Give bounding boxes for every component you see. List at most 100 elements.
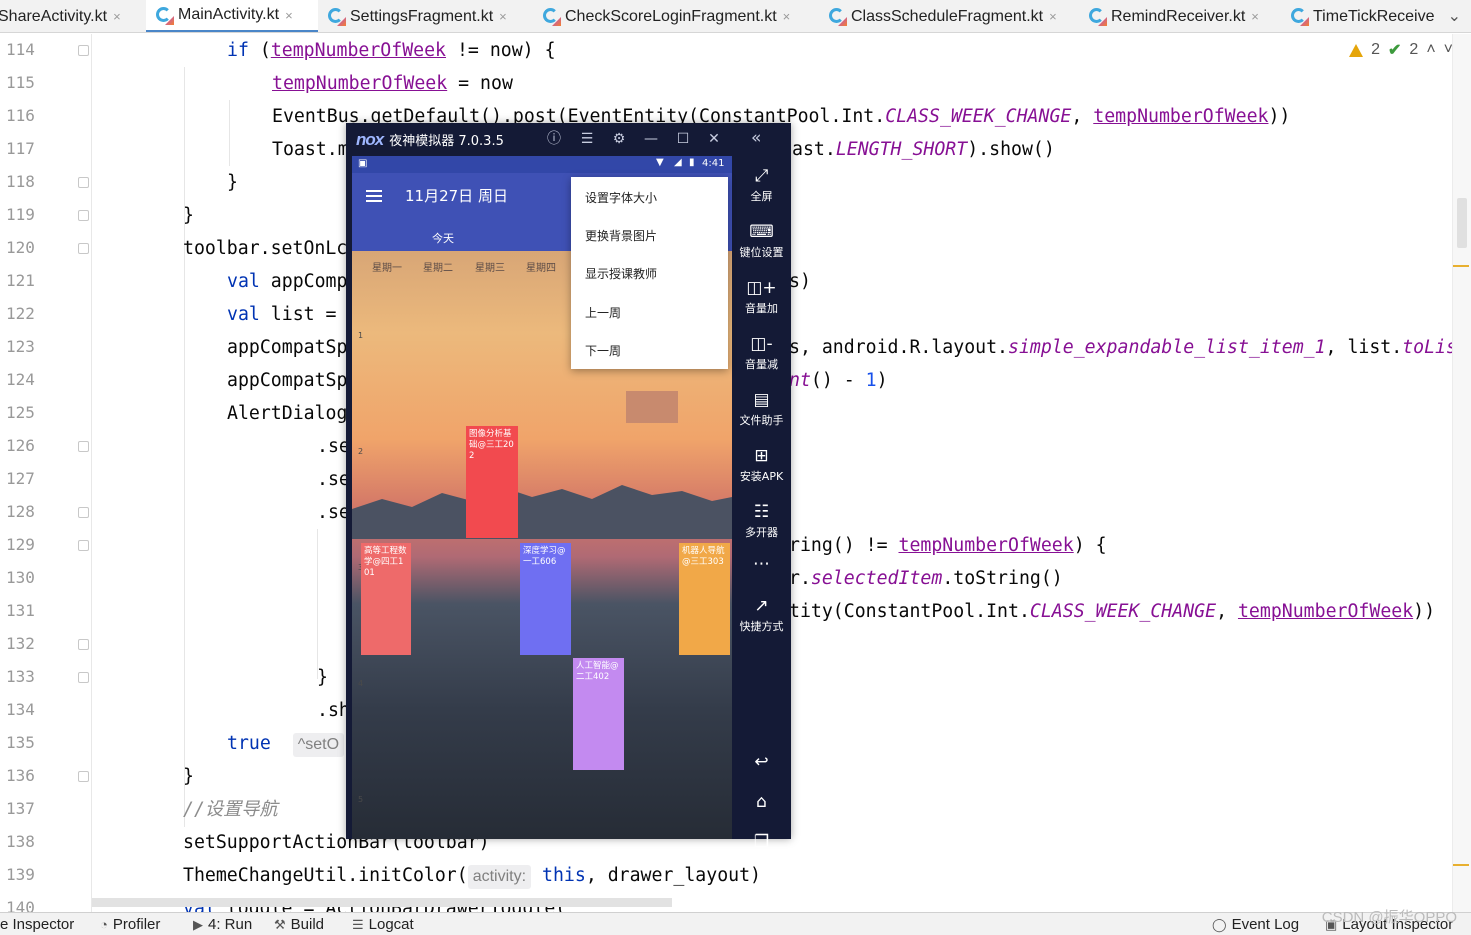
keyboard-icon: ⌨: [749, 222, 774, 242]
status-time: 4:41: [702, 158, 725, 169]
close-icon[interactable]: ×: [499, 9, 507, 24]
menu-item-change-background[interactable]: 更换背景图片: [585, 227, 657, 244]
android-home-button[interactable]: ⌂: [732, 792, 791, 812]
tool-profiler[interactable]: ◔ Profiler: [100, 916, 160, 933]
course-card[interactable]: 高等工程数学@四工101: [361, 543, 411, 655]
course-card[interactable]: [626, 391, 678, 423]
tab-label: CheckScoreLoginFragment.kt: [565, 7, 777, 25]
close-icon[interactable]: ×: [783, 9, 791, 24]
tab-label: RemindReceiver.kt: [1111, 7, 1246, 25]
vertical-scrollbar-thumb[interactable]: [1457, 198, 1467, 248]
weak-warning-count: 2: [1409, 41, 1419, 58]
error-stripe[interactable]: [1452, 34, 1471, 912]
code-line-124: appCompatSp: [227, 370, 348, 391]
tab-share-activity[interactable]: ShareActivity.kt ×: [0, 0, 142, 32]
fold-marker-icon[interactable]: [78, 210, 89, 221]
warning-marker[interactable]: [1453, 265, 1469, 267]
fold-marker-icon[interactable]: [78, 177, 89, 188]
chevron-down-icon[interactable]: ⌄: [1448, 6, 1461, 25]
menu-item-show-teacher[interactable]: 显示授课教师: [585, 265, 657, 282]
logcat-icon: ☰: [352, 916, 364, 932]
code-line-127: .se: [317, 469, 350, 490]
minimize-icon[interactable]: —: [641, 129, 661, 149]
course-card[interactable]: 人工智能@二工402: [573, 658, 624, 770]
close-icon[interactable]: ×: [285, 8, 293, 23]
volume-down-icon: ◫-: [750, 334, 773, 354]
sidebar-volume-down[interactable]: ◫- 音量减: [732, 334, 791, 372]
fold-marker-icon[interactable]: [78, 243, 89, 254]
tool-event-log[interactable]: ◯ Event Log: [1212, 916, 1299, 933]
course-card[interactable]: 深度学习@一工606: [520, 543, 571, 655]
period-number: 1: [358, 331, 364, 340]
shortcut-icon: ↗: [754, 596, 769, 616]
today-button[interactable]: 今天: [432, 230, 454, 246]
inspection-widget[interactable]: 2 ✔ 2 ˄ ˅: [1349, 40, 1453, 60]
editor-tab-bar: ShareActivity.kt × MainActivity.kt × Set…: [0, 0, 1471, 33]
tab-main-activity[interactable]: MainActivity.kt ×: [146, 0, 318, 32]
tab-settings-fragment[interactable]: SettingsFragment.kt ×: [328, 0, 532, 33]
emulator-title-bar[interactable]: nox 夜神模拟器 7.0.3.5 ⓘ ☰ ⚙ — ☐ ✕: [346, 123, 732, 156]
menu-item-next-week[interactable]: 下一周: [585, 342, 621, 359]
fold-marker-icon[interactable]: [78, 771, 89, 782]
tab-check-score-login-fragment[interactable]: CheckScoreLoginFragment.kt ×: [543, 0, 819, 33]
tool-layout-inspector-left[interactable]: e Inspector: [0, 916, 74, 933]
settings-gear-icon[interactable]: ⚙: [609, 129, 629, 149]
close-icon[interactable]: ×: [1049, 9, 1057, 24]
close-icon[interactable]: ×: [1251, 9, 1259, 24]
tab-time-tick-receiver[interactable]: TimeTickReceive: [1291, 0, 1441, 33]
code-line-133: }: [317, 667, 328, 688]
volume-up-icon: ◫+: [746, 278, 777, 298]
sidebar-keymap[interactable]: ⌨ 键位设置: [732, 222, 791, 260]
event-log-icon: ◯: [1212, 916, 1227, 932]
overflow-popup-menu: 设置字体大小 更换背景图片 显示授课教师 上一周 下一周: [571, 177, 728, 369]
tab-class-schedule-fragment[interactable]: ClassScheduleFragment.kt ×: [829, 0, 1079, 33]
fold-marker-icon[interactable]: [78, 441, 89, 452]
sidebar-more[interactable]: ⋯: [732, 554, 791, 576]
collapse-sidebar-icon[interactable]: «: [751, 128, 761, 148]
tab-label: MainActivity.kt: [178, 6, 280, 23]
hamburger-menu-icon[interactable]: [366, 190, 382, 205]
help-icon[interactable]: ⓘ: [544, 129, 564, 149]
menu-icon[interactable]: ☰: [577, 129, 597, 149]
weekday-header: 星期一: [372, 263, 402, 274]
fold-marker-icon[interactable]: [78, 639, 89, 650]
maximize-icon[interactable]: ☐: [673, 129, 693, 149]
course-card[interactable]: 机器人导航@三工303: [679, 543, 730, 655]
close-icon[interactable]: ✕: [704, 129, 724, 149]
fold-marker-icon[interactable]: [78, 507, 89, 518]
sidebar-file-assistant[interactable]: ▤ 文件助手: [732, 390, 791, 428]
tool-build[interactable]: ⚒ Build: [274, 916, 324, 933]
watermark: CSDN @振华OPPO: [1321, 909, 1457, 926]
horizontal-scrollbar[interactable]: [92, 898, 672, 907]
code-line-126: .se: [317, 436, 350, 457]
course-card[interactable]: 图像分析基础@三工202: [466, 426, 518, 538]
line-number: 139: [6, 865, 35, 884]
android-recents-button[interactable]: ❐: [732, 832, 791, 852]
tab-label: TimeTickReceive: [1313, 7, 1435, 25]
chevron-up-icon[interactable]: ˄: [1426, 41, 1435, 59]
code-line-115: tempNumberOfWeek = now: [272, 73, 513, 94]
fold-marker-icon[interactable]: [78, 540, 89, 551]
line-number: 117: [6, 139, 35, 158]
sidebar-multi-instance[interactable]: ☷ 多开器: [732, 502, 791, 540]
warning-marker[interactable]: [1453, 864, 1469, 866]
sidebar-install-apk[interactable]: ⊞ 安装APK: [732, 446, 791, 484]
sidebar-fullscreen[interactable]: ⤢ 全屏: [732, 166, 791, 204]
inlay-hint: activity:: [467, 865, 532, 889]
tool-run[interactable]: ▶ 4: Run: [193, 916, 252, 933]
menu-item-previous-week[interactable]: 上一周: [585, 304, 621, 321]
sidebar-shortcut[interactable]: ↗ 快捷方式: [732, 596, 791, 634]
warning-count: 2: [1371, 41, 1380, 58]
fold-marker-icon[interactable]: [78, 672, 89, 683]
line-number: 122: [6, 304, 35, 323]
fold-marker-icon[interactable]: [78, 45, 89, 56]
android-back-button[interactable]: ↩: [732, 752, 791, 772]
profiler-icon: ◔: [100, 917, 108, 932]
file-assistant-icon: ▤: [753, 390, 770, 410]
menu-item-set-font-size[interactable]: 设置字体大小: [585, 189, 657, 206]
tab-remind-receiver[interactable]: RemindReceiver.kt ×: [1089, 0, 1281, 33]
close-icon[interactable]: ×: [113, 9, 121, 24]
sidebar-volume-up[interactable]: ◫+ 音量加: [732, 278, 791, 316]
tool-logcat[interactable]: ☰ Logcat: [352, 916, 414, 933]
line-number: 127: [6, 469, 35, 488]
